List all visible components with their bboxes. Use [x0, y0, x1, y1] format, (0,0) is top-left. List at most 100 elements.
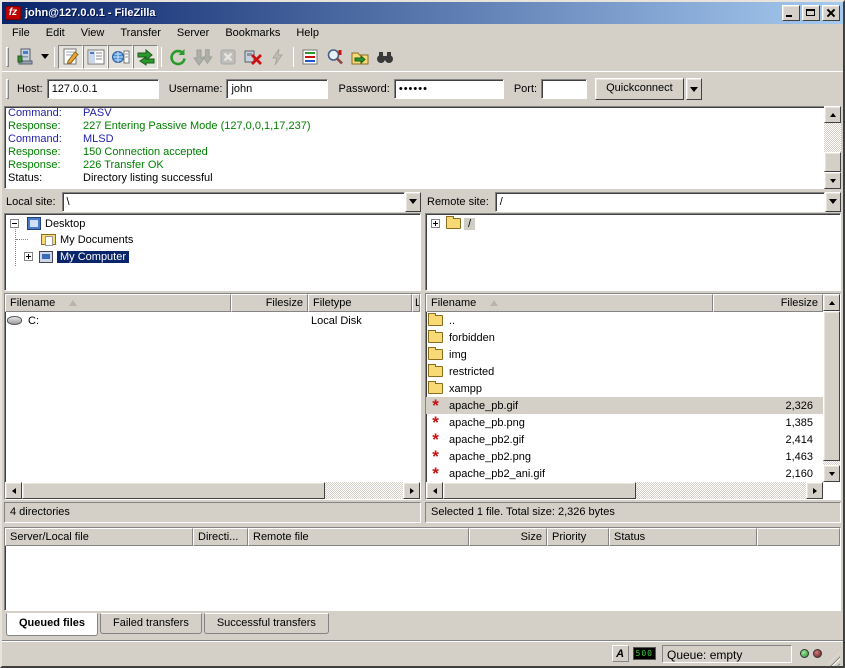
- log-scrollbar[interactable]: [824, 106, 841, 189]
- tab-queued-files[interactable]: Queued files: [6, 613, 98, 636]
- file-row[interactable]: forbidden: [426, 329, 823, 346]
- column-server-local-file[interactable]: Server/Local file: [5, 528, 193, 546]
- quickconnect-button[interactable]: Quickconnect: [595, 78, 684, 100]
- quickconnect-dropdown-icon[interactable]: [686, 78, 702, 100]
- port-input[interactable]: [541, 79, 587, 99]
- column-filename[interactable]: Filename: [426, 294, 713, 312]
- toggle-remote-tree-icon[interactable]: [108, 45, 133, 69]
- remote-vscrollbar[interactable]: [823, 294, 840, 482]
- column-size[interactable]: Size: [469, 528, 547, 546]
- column-direction[interactable]: Directi...: [193, 528, 248, 546]
- transfer-type-indicator-icon[interactable]: A: [612, 645, 629, 662]
- file-row[interactable]: apache_pb2.gif2,414: [426, 431, 823, 448]
- find-files-binoculars-icon[interactable]: [372, 45, 397, 69]
- tree-item-my-documents[interactable]: My Documents: [5, 231, 420, 248]
- file-row[interactable]: apache_pb.png1,385: [426, 414, 823, 431]
- column-filetype[interactable]: Filetype: [308, 294, 412, 312]
- expand-icon[interactable]: [24, 252, 33, 261]
- scroll-right-icon[interactable]: [403, 482, 420, 499]
- local-file-list[interactable]: Filename Filesize Filetype L C: Local Di…: [4, 293, 421, 500]
- scroll-up-icon[interactable]: [824, 106, 841, 123]
- disconnect-icon[interactable]: [240, 45, 265, 69]
- local-site-dropdown-icon[interactable]: [405, 192, 421, 212]
- expand-icon[interactable]: [431, 219, 440, 228]
- menu-server[interactable]: Server: [169, 25, 217, 41]
- menu-bookmarks[interactable]: Bookmarks: [217, 25, 288, 41]
- title-bar[interactable]: fz john@127.0.0.1 - FileZilla: [2, 2, 843, 24]
- file-row[interactable]: restricted: [426, 363, 823, 380]
- remote-hscrollbar[interactable]: [426, 482, 823, 499]
- scroll-thumb[interactable]: [443, 482, 636, 499]
- scroll-left-icon[interactable]: [426, 482, 443, 499]
- scroll-thumb[interactable]: [22, 482, 325, 499]
- file-row[interactable]: xampp: [426, 380, 823, 397]
- file-row[interactable]: apache_pb2.png1,463: [426, 448, 823, 465]
- scroll-up-icon[interactable]: [823, 294, 840, 311]
- column-filename[interactable]: Filename: [5, 294, 231, 312]
- column-last-modified[interactable]: L: [412, 294, 420, 312]
- toolbar-grip[interactable]: [6, 47, 9, 67]
- column-filesize[interactable]: Filesize: [231, 294, 308, 312]
- local-status-bar: 4 directories: [4, 502, 421, 523]
- close-button[interactable]: [822, 5, 840, 21]
- file-row-selected[interactable]: apache_pb.gif2,326: [426, 397, 823, 414]
- local-hscrollbar[interactable]: [5, 482, 420, 499]
- refresh-icon[interactable]: [165, 45, 190, 69]
- log-line: Status:Directory listing successful: [5, 172, 840, 185]
- local-site-combo[interactable]: \: [62, 192, 405, 212]
- collapse-icon[interactable]: [10, 219, 19, 228]
- toggle-message-log-icon[interactable]: [58, 45, 83, 69]
- column-priority[interactable]: Priority: [547, 528, 609, 546]
- tab-successful-transfers[interactable]: Successful transfers: [204, 613, 329, 634]
- column-remote-file[interactable]: Remote file: [248, 528, 469, 546]
- scroll-right-icon[interactable]: [806, 482, 823, 499]
- file-row-local-c[interactable]: C: Local Disk: [5, 312, 420, 329]
- file-row[interactable]: apache_pb2_ani.gif2,160: [426, 465, 823, 482]
- host-input[interactable]: 127.0.0.1: [47, 79, 159, 99]
- scroll-left-icon[interactable]: [5, 482, 22, 499]
- file-row[interactable]: img: [426, 346, 823, 363]
- remote-list-header: Filename Filesize: [426, 294, 823, 312]
- menu-transfer[interactable]: Transfer: [112, 25, 169, 41]
- file-search-icon[interactable]: [322, 45, 347, 69]
- menu-view[interactable]: View: [73, 25, 113, 41]
- remote-site-dropdown-icon[interactable]: [825, 192, 841, 212]
- quickconnect-grip[interactable]: [6, 79, 9, 99]
- remote-file-list[interactable]: Filename Filesize .. forbidden img restr…: [425, 293, 841, 500]
- log-line: Command:PASV: [5, 107, 840, 120]
- username-input[interactable]: john: [226, 79, 328, 99]
- activity-led-green-icon: [800, 649, 809, 658]
- toggle-transfer-queue-icon[interactable]: [133, 45, 158, 69]
- tab-failed-transfers[interactable]: Failed transfers: [100, 613, 202, 634]
- scroll-thumb[interactable]: [824, 152, 841, 172]
- site-manager-icon[interactable]: [13, 45, 38, 69]
- remote-site-combo[interactable]: /: [495, 192, 825, 212]
- scroll-down-icon[interactable]: [824, 172, 841, 189]
- resize-grip[interactable]: [826, 652, 840, 666]
- remote-tree[interactable]: /: [425, 213, 841, 291]
- process-queue-icon[interactable]: [190, 45, 215, 69]
- abort-icon[interactable]: [215, 45, 240, 69]
- tree-item-desktop[interactable]: Desktop: [5, 214, 420, 231]
- tree-item-root[interactable]: /: [426, 214, 840, 231]
- local-tree[interactable]: Desktop My Documents My Computer: [4, 213, 421, 291]
- toggle-local-tree-icon[interactable]: [83, 45, 108, 69]
- transfer-queue[interactable]: Server/Local file Directi... Remote file…: [4, 527, 841, 611]
- menu-file[interactable]: File: [4, 25, 38, 41]
- column-filesize[interactable]: Filesize: [713, 294, 823, 312]
- menu-edit[interactable]: Edit: [38, 25, 73, 41]
- site-manager-dropdown-icon[interactable]: [38, 46, 51, 68]
- directory-comparison-icon[interactable]: [347, 45, 372, 69]
- directory-listing-filters-icon[interactable]: [297, 45, 322, 69]
- menu-help[interactable]: Help: [288, 25, 327, 41]
- maximize-button[interactable]: [802, 5, 820, 21]
- minimize-button[interactable]: [782, 5, 800, 21]
- file-row[interactable]: ..: [426, 312, 823, 329]
- tree-item-my-computer[interactable]: My Computer: [5, 248, 420, 265]
- scroll-down-icon[interactable]: [823, 465, 840, 482]
- scroll-thumb[interactable]: [823, 311, 840, 461]
- column-status[interactable]: Status: [609, 528, 757, 546]
- password-input[interactable]: ••••••: [394, 79, 504, 99]
- reconnect-icon[interactable]: [265, 45, 290, 69]
- message-log[interactable]: Command:PASV Response:227 Entering Passi…: [4, 106, 841, 189]
